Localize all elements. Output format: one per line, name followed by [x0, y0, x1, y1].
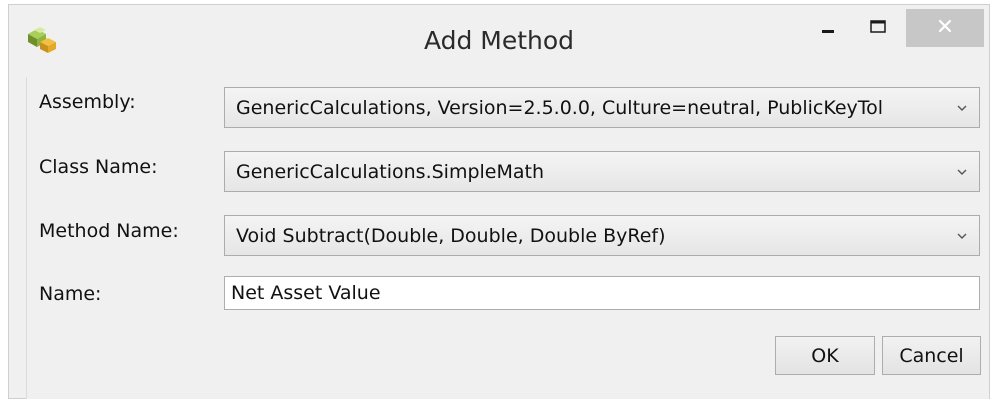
class-name-select[interactable]: GenericCalculations.SimpleMath — [224, 151, 980, 192]
class-name-select-value: GenericCalculations.SimpleMath — [236, 160, 545, 183]
chevron-down-icon[interactable] — [945, 88, 979, 127]
minimize-icon — [820, 19, 836, 39]
add-method-dialog: Add Method Assembly: GenericCalculations… — [8, 4, 990, 399]
class-name-label: Class Name: — [39, 156, 158, 178]
assembly-select-value: GenericCalculations, Version=2.5.0.0, Cu… — [236, 96, 884, 119]
close-button[interactable] — [906, 9, 984, 47]
ok-button[interactable]: OK — [775, 336, 875, 375]
chevron-down-icon[interactable] — [945, 152, 979, 191]
chevron-down-icon[interactable] — [945, 216, 979, 255]
assembly-label: Assembly: — [39, 91, 136, 113]
maximize-icon — [869, 19, 887, 39]
assembly-select[interactable]: GenericCalculations, Version=2.5.0.0, Cu… — [224, 87, 980, 128]
method-name-select[interactable]: Void Subtract(Double, Double, Double ByR… — [224, 215, 980, 256]
method-name-select-value: Void Subtract(Double, Double, Double ByR… — [236, 224, 666, 247]
cancel-button[interactable]: Cancel — [882, 336, 981, 375]
maximize-button[interactable] — [857, 11, 899, 47]
name-label: Name: — [39, 283, 102, 305]
title-bar[interactable]: Add Method — [9, 5, 989, 77]
close-icon — [937, 18, 953, 38]
form-panel: Assembly: GenericCalculations, Version=2… — [26, 77, 989, 399]
minimize-button[interactable] — [807, 11, 849, 47]
name-input[interactable] — [224, 276, 980, 310]
method-name-label: Method Name: — [39, 220, 179, 242]
